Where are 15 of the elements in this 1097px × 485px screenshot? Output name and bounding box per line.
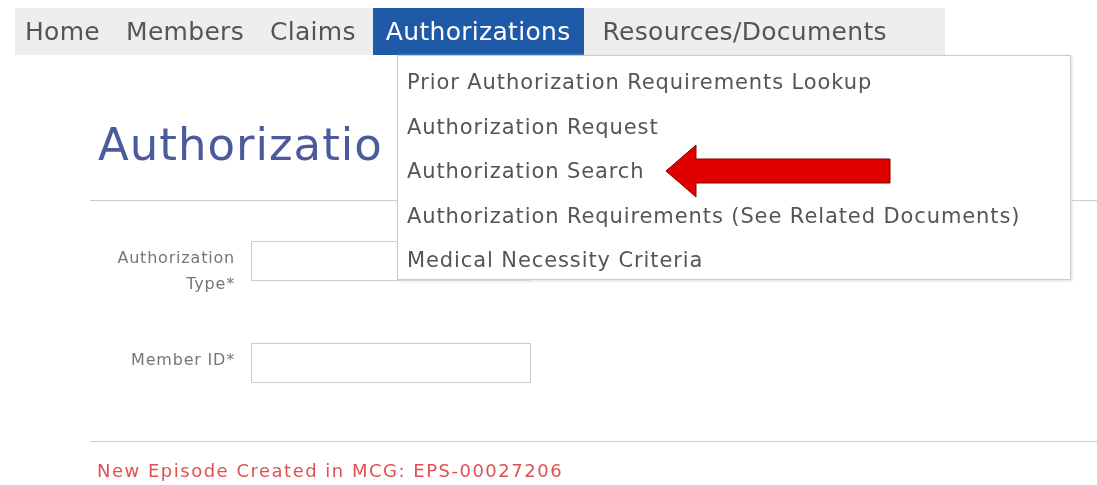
menu-item[interactable]: Medical Necessity Criteria xyxy=(398,248,704,273)
menu-item[interactable]: Authorization Requirements (See Related Documents) xyxy=(398,203,1021,228)
nav-tab[interactable]: Authorizations xyxy=(372,8,584,55)
menu-item[interactable]: Authorization Request xyxy=(398,114,659,139)
field-label: Authorization Type* xyxy=(116,247,235,295)
nav-tab[interactable]: Members xyxy=(113,8,257,55)
status-message: New Episode Created in MCG: EPS-00027206 xyxy=(97,460,564,481)
nav-tab[interactable]: Home xyxy=(15,8,114,55)
field-label: Member ID* xyxy=(130,349,235,371)
nav-tab[interactable]: Resources/Documents xyxy=(589,8,900,55)
nav-tab[interactable]: Claims xyxy=(257,8,369,55)
page-title: Authorizatio xyxy=(98,117,383,172)
input-field[interactable] xyxy=(251,343,531,383)
menu-item[interactable]: Prior Authorization Requirements Lookup xyxy=(398,70,873,95)
menu-item[interactable]: Authorization Search xyxy=(398,159,645,184)
